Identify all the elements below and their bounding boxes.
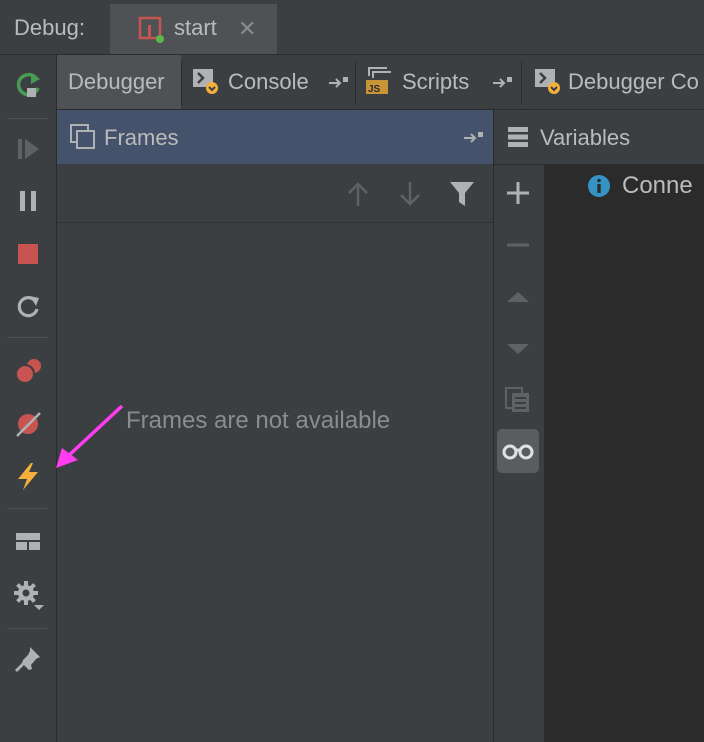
resume-icon[interactable] [12, 133, 44, 165]
info-icon [587, 174, 611, 198]
console-icon [192, 68, 220, 96]
restart-icon[interactable] [12, 290, 44, 322]
hide-icon[interactable] [328, 75, 350, 89]
lightning-icon[interactable] [12, 460, 44, 492]
tab-debugger-console[interactable]: Debugger Co [522, 55, 704, 109]
variables-tree: Conne [545, 165, 704, 742]
tab-scripts[interactable]: JS Scripts [356, 55, 521, 109]
frames-toolbar [57, 164, 493, 223]
debug-actions-toolbar [0, 55, 57, 742]
duplicate-watch-icon[interactable] [504, 386, 532, 414]
rerun-icon[interactable] [12, 69, 44, 101]
tab-label: Debugger Co [568, 69, 699, 94]
add-watch-icon[interactable] [504, 179, 532, 207]
tab-debugger[interactable]: Debugger [57, 55, 181, 109]
svg-text:JS: JS [368, 84, 381, 95]
hide-icon[interactable] [463, 130, 485, 144]
layout-icon[interactable] [12, 525, 44, 557]
run-config-tab-start[interactable]: start ✕ [110, 4, 277, 54]
frames-panel-header: Frames [57, 110, 493, 164]
annotation-arrow [50, 400, 130, 472]
tab-label: Console [228, 69, 309, 94]
frames-title: Frames [104, 125, 179, 150]
nodejs-config-icon [138, 16, 164, 46]
frames-list [57, 223, 493, 742]
hide-icon[interactable] [492, 75, 514, 89]
view-breakpoints-icon[interactable] [12, 355, 44, 387]
scripts-icon: JS [365, 66, 395, 96]
debug-title: Debug: [14, 15, 85, 40]
tab-label: Debugger [68, 69, 165, 94]
tab-label: Scripts [402, 69, 470, 94]
filter-icon[interactable] [449, 180, 475, 208]
frames-empty-message: Frames are not available [126, 407, 391, 434]
frames-icon [70, 124, 96, 150]
run-config-label: start [174, 15, 217, 40]
variable-entry-text: Conne [622, 172, 693, 199]
variables-title: Variables [540, 125, 631, 150]
glasses-icon [502, 442, 534, 460]
arrow-down-icon[interactable] [397, 180, 423, 208]
pin-icon[interactable] [12, 643, 44, 675]
tab-console[interactable]: Console [182, 55, 354, 109]
console-icon [534, 68, 562, 96]
close-icon[interactable]: ✕ [238, 16, 256, 42]
move-down-icon[interactable] [504, 335, 532, 363]
stop-icon[interactable] [12, 238, 44, 270]
arrow-up-icon[interactable] [345, 180, 371, 208]
settings-icon[interactable] [12, 578, 44, 610]
move-up-icon[interactable] [504, 283, 532, 311]
mute-breakpoints-icon[interactable] [12, 408, 44, 440]
pause-icon[interactable] [12, 185, 44, 217]
variables-icon [507, 126, 529, 148]
debug-tabs-bar: Debugger Console JS Scripts Debugger Co [57, 55, 704, 110]
variables-panel-header: Variables [494, 110, 704, 165]
show-watches-button[interactable] [497, 429, 539, 473]
remove-watch-icon[interactable] [504, 231, 532, 259]
debug-tool-window-header: Debug: start ✕ [0, 0, 704, 55]
